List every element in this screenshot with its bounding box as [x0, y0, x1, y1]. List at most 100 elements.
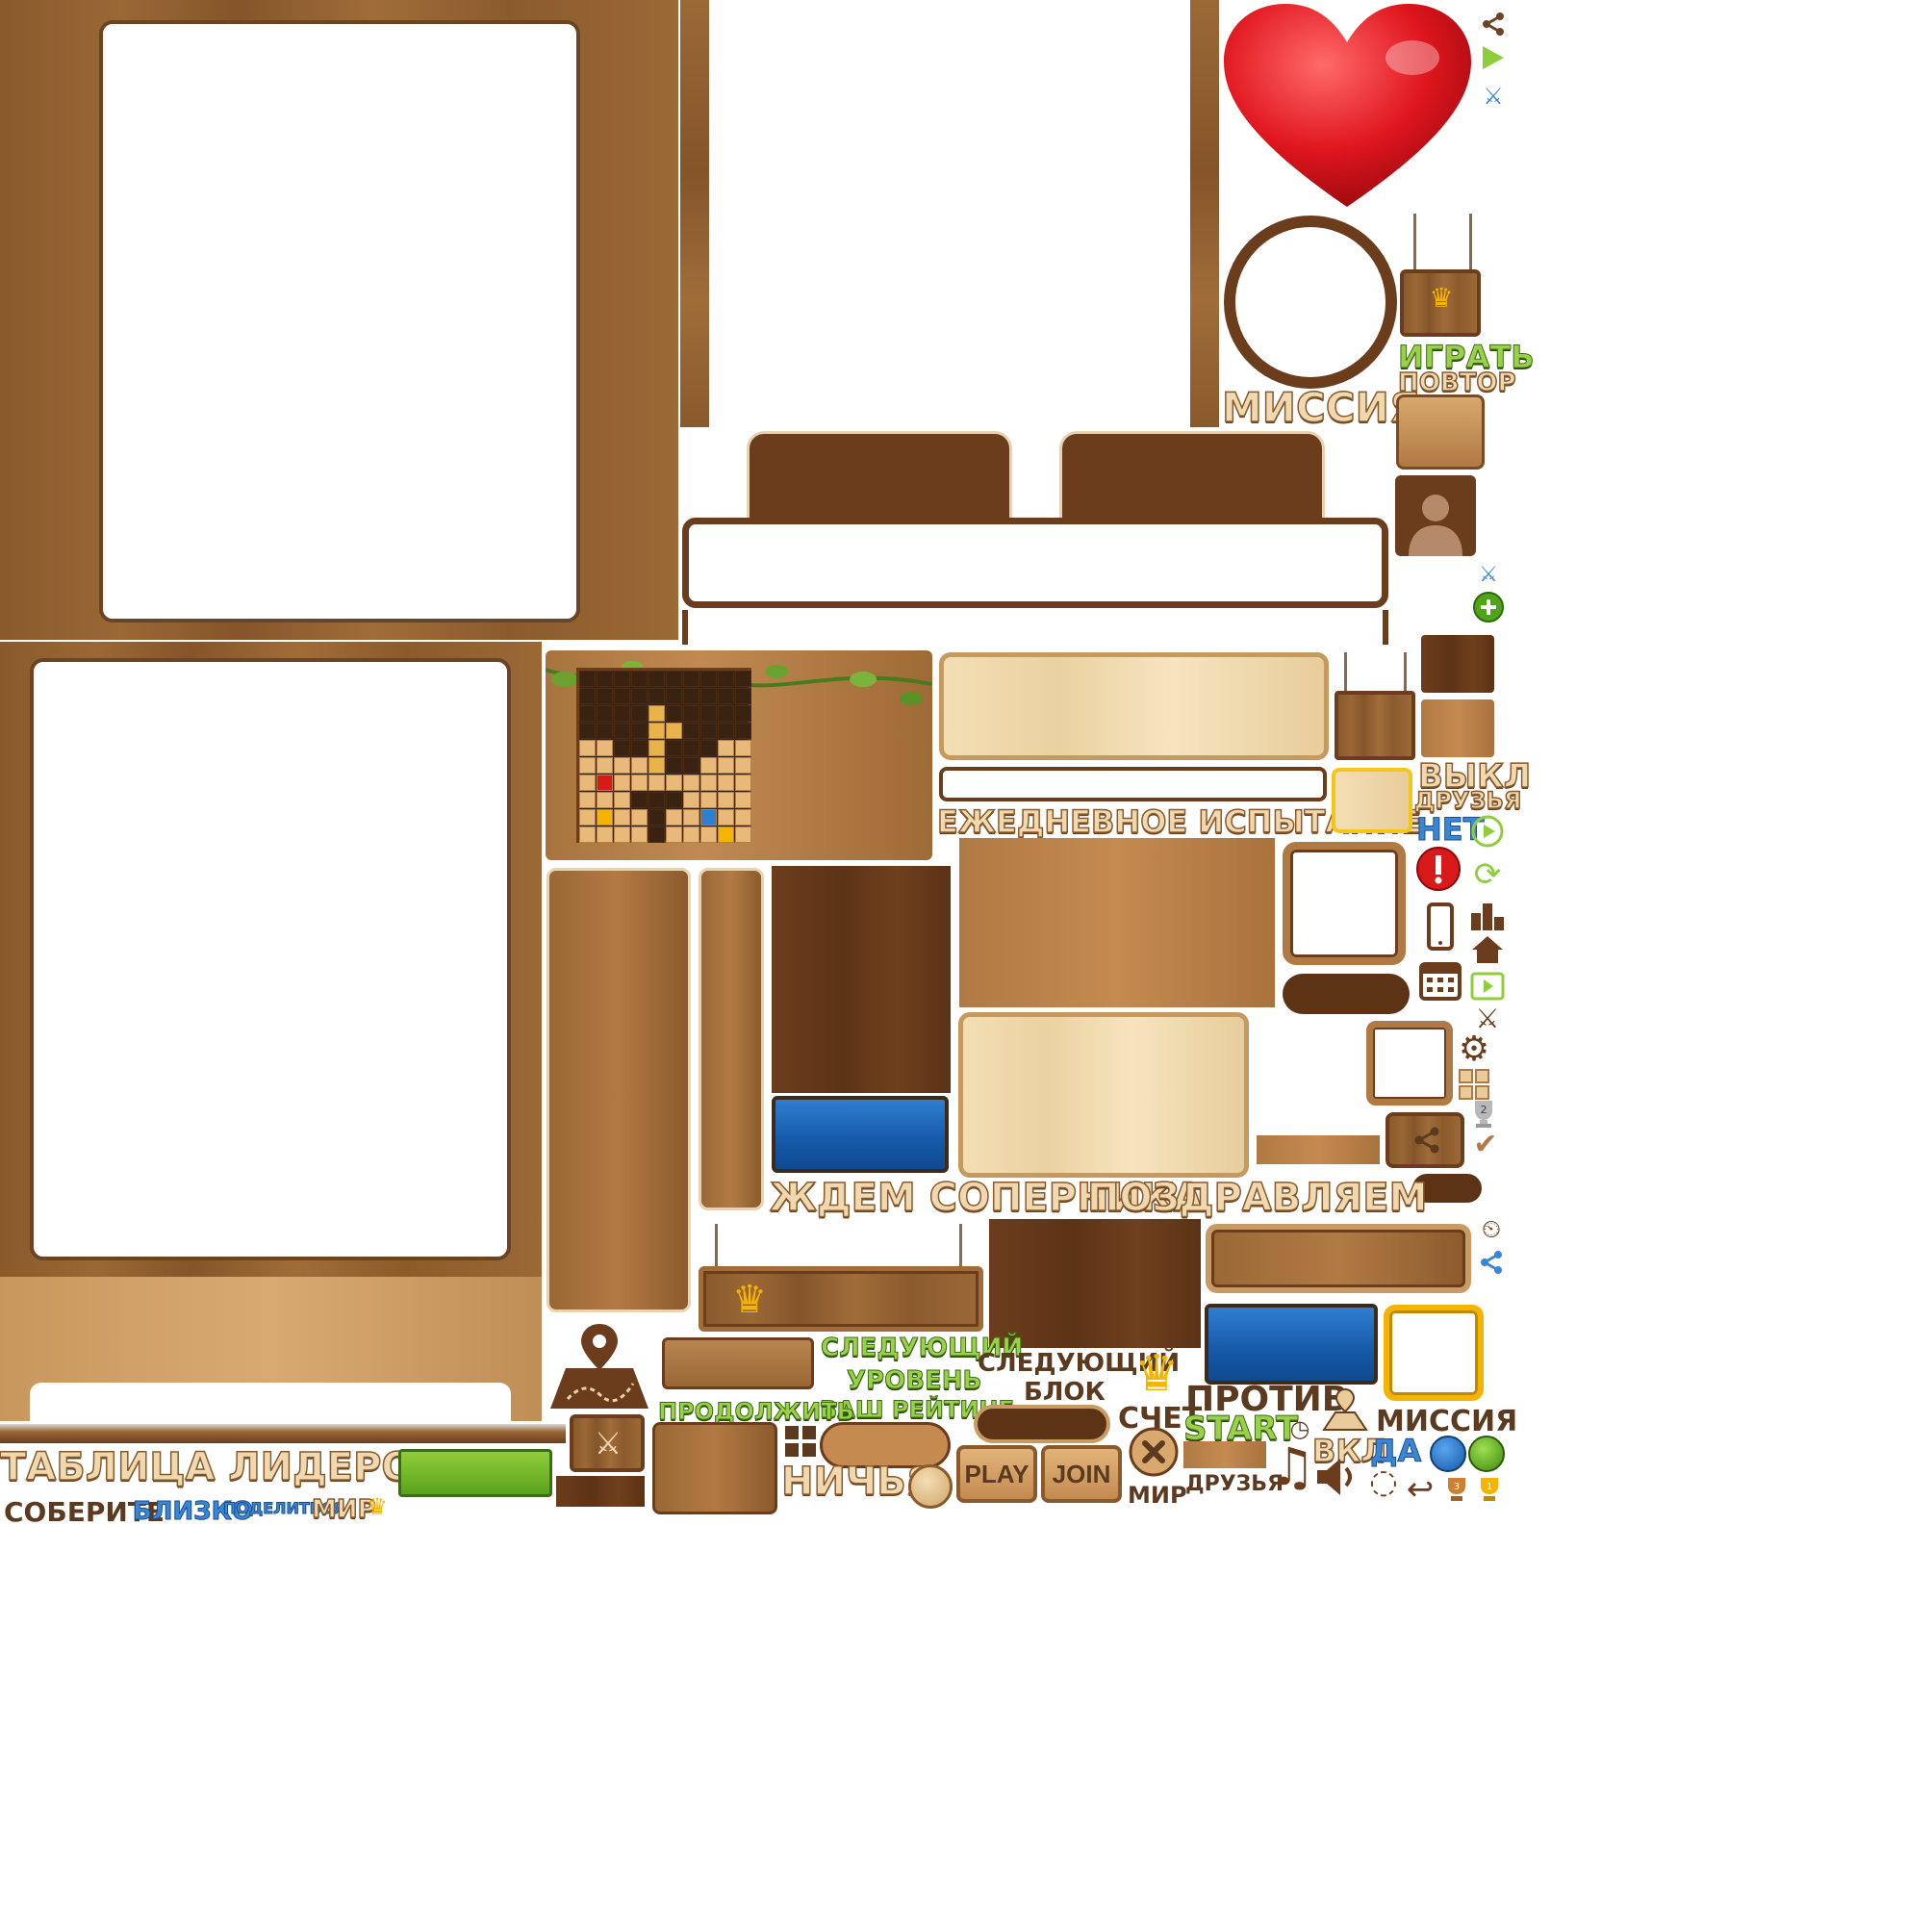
board-cell-empty [614, 740, 630, 756]
tab-bar-edge-right [1383, 610, 1388, 645]
timer-icon: ⏲ [1481, 1214, 1502, 1244]
back-icon[interactable]: ↩ [1401, 1470, 1439, 1509]
board-cell-empty [735, 671, 751, 687]
map-pin-icon [547, 1320, 652, 1411]
selected-light-tile[interactable] [1332, 768, 1412, 833]
board-cell-block [648, 740, 665, 756]
light-wood-panel-medium [958, 1012, 1249, 1178]
wood-button-flat[interactable] [662, 1337, 814, 1389]
board-cell-empty [648, 688, 665, 704]
board-cell-block [666, 809, 682, 826]
play-icon[interactable] [1479, 43, 1508, 72]
trophy-rank-1: 1 [1487, 1482, 1492, 1492]
board-cell-empty [648, 671, 665, 687]
refresh-icon[interactable]: ⟳ [1468, 851, 1507, 899]
dark-wood-panel [772, 866, 951, 1093]
board-cell-empty [683, 671, 699, 687]
check-icon[interactable]: ✔ [1466, 1128, 1505, 1161]
input-bar-white[interactable] [939, 767, 1327, 801]
board-cell-block [718, 757, 734, 774]
wood-button-square[interactable] [1396, 394, 1485, 470]
board-cell-empty [666, 757, 682, 774]
crown-icon-3: ♛ [1133, 1345, 1180, 1403]
board-cell-empty [735, 705, 751, 722]
calendar-icon[interactable] [1416, 954, 1464, 1004]
close-icon[interactable] [1128, 1426, 1180, 1478]
share-icon[interactable] [1479, 10, 1508, 38]
gear-icon[interactable]: ⚙ [1455, 1030, 1493, 1069]
hanging-sign-wide: ♛ [699, 1266, 983, 1332]
swords-icon: ⚔ [1483, 83, 1504, 110]
avatar-ring-frame [1224, 216, 1397, 389]
board-cell-block [648, 723, 665, 739]
board-cell-block [666, 775, 682, 791]
board-cell-empty [666, 792, 682, 808]
tab-right[interactable] [1059, 431, 1325, 523]
dark-pill-framed[interactable] [974, 1405, 1110, 1443]
avatar-placeholder[interactable] [1395, 475, 1476, 556]
board-cell-empty [735, 688, 751, 704]
board-cell-empty [631, 740, 648, 756]
share-button-wood[interactable] [1385, 1112, 1464, 1168]
board-cell-block [735, 809, 751, 826]
continue-label[interactable]: ПРОДОЛЖИТЬ [658, 1400, 855, 1424]
home-icon[interactable] [1468, 933, 1507, 966]
video-icon[interactable] [1468, 968, 1507, 1003]
board-cell-empty [597, 688, 613, 704]
board-cell-empty [597, 671, 613, 687]
music-icon[interactable]: ♫ [1268, 1436, 1316, 1497]
board-cell-empty [597, 705, 613, 722]
play-circle-icon[interactable] [1470, 814, 1505, 849]
versus-swords-button[interactable]: ⚔ [570, 1414, 645, 1472]
blue-circle-button[interactable] [1430, 1436, 1466, 1472]
wood-panel-tall-a [547, 868, 691, 1312]
hanging-rope-r2 [1404, 652, 1407, 693]
board-cell-block [666, 723, 682, 739]
board-cell-block [648, 757, 665, 774]
board-cell-block [683, 775, 699, 791]
board-cell-empty [579, 705, 596, 722]
board-cell-empty [683, 705, 699, 722]
world-label: МИР [1128, 1482, 1187, 1509]
blue-button-wide-2[interactable] [1205, 1304, 1378, 1385]
board-cell-empty [700, 705, 717, 722]
board-cell-block [718, 792, 734, 808]
board-cell-block [614, 792, 630, 808]
wood-strip-left [680, 0, 709, 427]
game-board-preview [546, 650, 932, 860]
trophy-icon-2: 2 [1464, 1097, 1503, 1130]
sound-icon[interactable] [1312, 1453, 1362, 1501]
board-cell-empty [614, 723, 630, 739]
blue-button-wide[interactable] [772, 1096, 949, 1173]
phone-vibrate-icon [1416, 899, 1464, 956]
board-cell-block [614, 826, 630, 843]
hanging-sign-medium [1335, 691, 1415, 760]
friends-label-small: ДРУЗЬЯ [1413, 787, 1522, 814]
wood-strip-small [1257, 1135, 1380, 1164]
grid-icon [1455, 1068, 1493, 1101]
board-cell-block [597, 757, 613, 774]
podium-icon [1468, 895, 1507, 933]
trophy-icon-1: 1 [1474, 1474, 1505, 1505]
leaderboard-label: ТАБЛИЦА ЛИДЕРОВ [0, 1445, 445, 1489]
board-cell-block [597, 826, 613, 843]
trophy-icon-3: 3 [1441, 1474, 1472, 1505]
round-wood-button[interactable] [908, 1464, 953, 1509]
frame-panel-tall-tab [30, 1383, 511, 1426]
play-button[interactable]: PLAY [956, 1445, 1037, 1503]
dark-pill-button[interactable] [1283, 974, 1410, 1014]
framed-bar-wood [1206, 1224, 1471, 1293]
green-circle-button[interactable] [1468, 1436, 1505, 1472]
board-cell-empty [579, 688, 596, 704]
board-cell-block [648, 705, 665, 722]
board-cell-block [614, 775, 630, 791]
add-icon[interactable] [1472, 591, 1505, 623]
board-cell-empty [700, 740, 717, 756]
tab-left[interactable] [747, 431, 1012, 523]
join-button[interactable]: JOIN [1041, 1445, 1122, 1503]
replay-icon[interactable]: ◌ [1364, 1461, 1403, 1503]
board-cell-empty [631, 688, 648, 704]
share-icon-2 [1411, 1124, 1443, 1157]
frame-panel-large [0, 0, 678, 640]
trophy-rank-3: 3 [1454, 1482, 1460, 1492]
